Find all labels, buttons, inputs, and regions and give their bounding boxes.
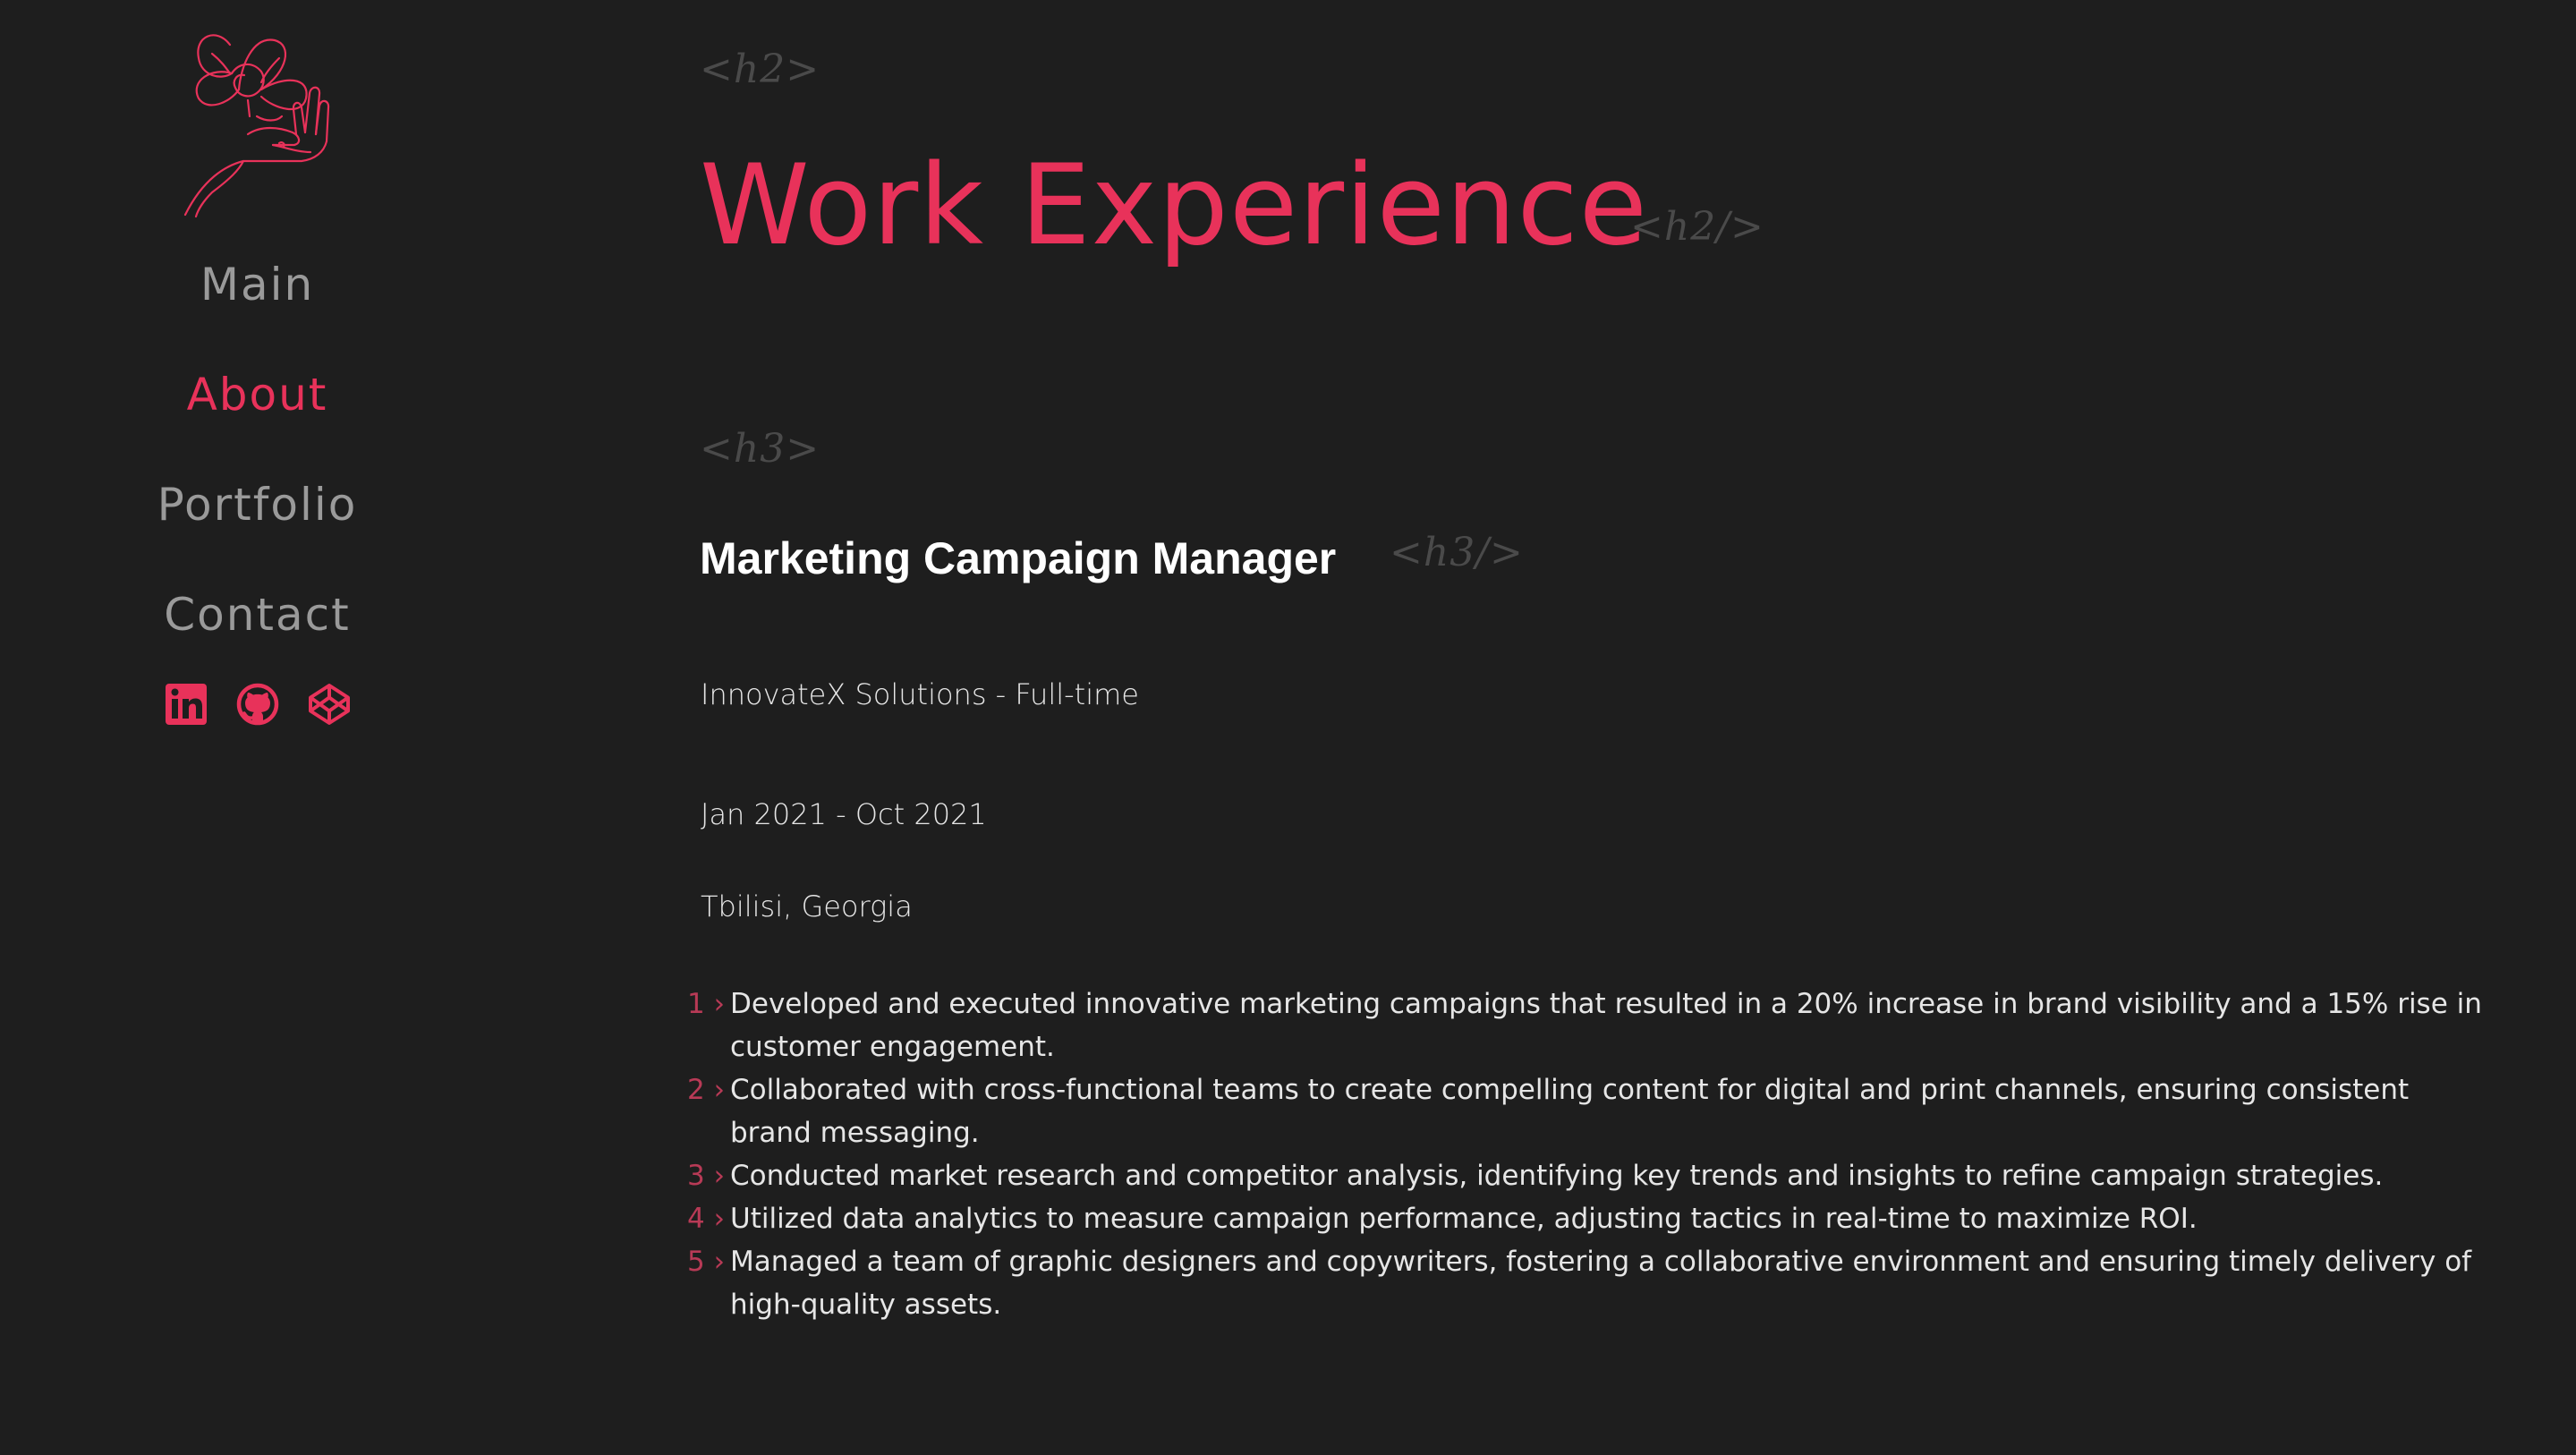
page: Main About Portfolio Contact <h2> Work E… [0,0,2576,1455]
list-item: 3 › Conducted market research and compet… [687,1154,2486,1197]
list-item-text: Collaborated with cross-functional teams… [730,1074,2410,1149]
codepen-icon[interactable] [307,682,352,727]
responsibilities-list: 1 › Developed and executed innovative ma… [687,983,2486,1326]
list-item-number: 3 › [687,1160,725,1192]
list-item: 2 › Collaborated with cross-functional t… [687,1068,2486,1154]
nav-portfolio[interactable]: Portfolio [0,478,514,532]
list-item-number: 1 › [687,988,725,1020]
list-item-number: 5 › [687,1246,725,1278]
list-item-number: 2 › [687,1074,725,1106]
h2-open-tag: <h2> [700,47,820,92]
github-icon[interactable] [235,682,280,727]
list-item: 1 › Developed and executed innovative ma… [687,983,2486,1068]
nav-about[interactable]: About [0,368,514,421]
job-company: InnovateX Solutions - Full-time [701,677,1139,711]
linkedin-icon[interactable] [164,682,208,727]
social-links [164,682,352,727]
h3-open-tag: <h3> [700,426,820,472]
list-item: 4 › Utilized data analytics to measure c… [687,1197,2486,1240]
list-item-text: Developed and executed innovative market… [730,988,2482,1063]
job-location: Tbilisi, Georgia [701,889,913,923]
list-item: 5 › Managed a team of graphic designers … [687,1240,2486,1326]
nav-main[interactable]: Main [0,258,514,311]
section-title: Work Experience [700,141,1648,270]
list-item-text: Managed a team of graphic designers and … [730,1246,2472,1321]
list-item-text: Conducted market research and competitor… [730,1160,2384,1192]
sidebar: Main About Portfolio Contact [0,0,514,1455]
job-title: Marketing Campaign Manager [700,533,1337,583]
list-item-number: 4 › [687,1203,725,1235]
nav-contact[interactable]: Contact [0,588,514,642]
h3-close-tag: <h3/> [1390,530,1524,575]
flower-hand-logo[interactable] [176,27,346,225]
h2-close-tag: <h2/> [1630,204,1764,250]
list-item-text: Utilized data analytics to measure campa… [730,1203,2198,1235]
job-dates: Jan 2021 - Oct 2021 [701,797,987,831]
